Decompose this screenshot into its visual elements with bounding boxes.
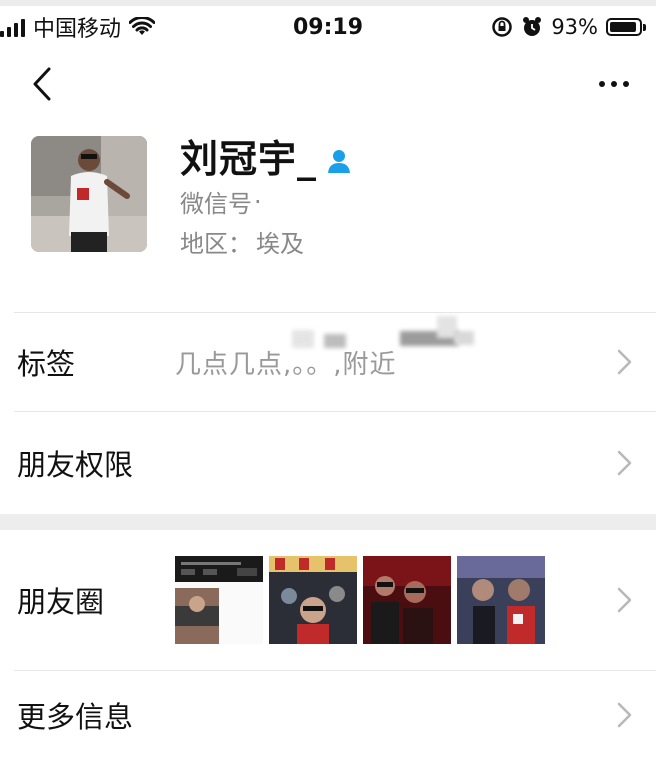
- wechat-id-row: 微信号 ·: [180, 184, 262, 219]
- wechat-id-label: 微信号: [180, 190, 252, 218]
- alarm-icon: [523, 17, 542, 36]
- tags-label: 标签: [17, 347, 76, 381]
- tags-row[interactable]: 标签 几点几点,。。,附近: [0, 313, 656, 411]
- battery-icon: [606, 18, 646, 36]
- name-row: 刘冠宇_: [180, 128, 353, 183]
- moments-thumbnail: [363, 556, 451, 644]
- avatar[interactable]: [31, 136, 147, 252]
- moments-row[interactable]: 朋友圈: [0, 530, 656, 670]
- status-left: 中国移动: [0, 11, 156, 43]
- nav-bar: [0, 52, 656, 116]
- chevron-right-icon: [617, 450, 632, 476]
- avatar-photo: [31, 136, 147, 252]
- tags-value: 几点几点,。。,附近: [175, 349, 397, 380]
- status-right: 93%: [491, 15, 646, 39]
- chevron-right-icon: [617, 349, 632, 375]
- moments-label: 朋友圈: [17, 585, 105, 619]
- back-button[interactable]: [18, 60, 66, 108]
- profile-header: 刘冠宇_ 微信号 · 地区： 埃及: [0, 128, 656, 348]
- contact-name: 刘冠宇_: [180, 137, 318, 181]
- wifi-icon: [129, 17, 156, 35]
- moments-thumbnails: [175, 556, 545, 644]
- more-button[interactable]: [590, 60, 638, 108]
- gender-male-icon: [328, 150, 351, 173]
- more-info-label: 更多信息: [17, 700, 134, 734]
- status-bar: 中国移动 09:19 93%: [0, 6, 656, 48]
- section-gap: [0, 514, 656, 530]
- signal-icon: [0, 17, 25, 37]
- friend-permissions-row[interactable]: 朋友权限: [0, 412, 656, 514]
- moments-thumbnail: [269, 556, 357, 644]
- region-row: 地区： 埃及: [180, 224, 304, 259]
- moments-thumbnail: [175, 556, 263, 644]
- friend-permissions-label: 朋友权限: [17, 448, 134, 482]
- chevron-left-icon: [33, 67, 51, 101]
- battery-fill: [610, 22, 637, 32]
- region-value: 埃及: [256, 230, 304, 258]
- ellipsis-icon: [599, 81, 629, 87]
- carrier-name: 中国移动: [33, 17, 122, 42]
- more-info-row[interactable]: 更多信息: [0, 671, 656, 759]
- contact-profile-screen: 中国移动 09:19 93% 刘冠宇_ 微信号 · 地区： 埃及 标签 几点几点…: [0, 0, 656, 759]
- rotation-lock-icon: [492, 17, 513, 37]
- region-label: 地区：: [180, 230, 252, 258]
- chevron-right-icon: [617, 702, 632, 728]
- battery-percent: 93%: [551, 15, 598, 39]
- chevron-right-icon: [617, 587, 632, 613]
- moments-thumbnail: [457, 556, 545, 644]
